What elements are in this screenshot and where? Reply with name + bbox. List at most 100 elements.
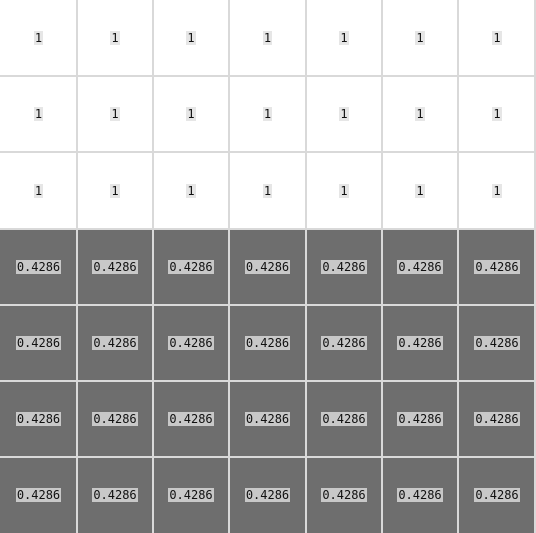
cell-value: 0.4286 (15, 336, 62, 350)
grid-cell: 0.4286 (77, 305, 153, 381)
grid-cell: 0.4286 (229, 457, 306, 533)
grid-cell: 1 (382, 0, 458, 76)
cell-value: 0.4286 (321, 412, 367, 426)
cell-value: 1 (186, 183, 196, 198)
grid-cell: 0.4286 (77, 381, 153, 457)
grid-cell: 0.4286 (229, 381, 306, 457)
grid-cell: 1 (229, 152, 306, 229)
grid-cell: 1 (382, 152, 458, 229)
grid-cell: 0.4286 (382, 229, 458, 305)
cell-value: 0.4286 (321, 260, 367, 274)
grid-cell: 0.4286 (382, 457, 458, 533)
grid-cell: 1 (306, 152, 382, 229)
grid-cell: 0.4286 (153, 305, 229, 381)
cell-value: 1 (33, 31, 44, 45)
cell-value: 0.4286 (92, 336, 138, 350)
cell-value: 0.4286 (15, 488, 62, 502)
cell-value: 0.4286 (244, 412, 291, 426)
cell-value: 0.4286 (92, 488, 138, 502)
cell-value: 0.4286 (474, 488, 520, 502)
grid-cell: 1 (0, 152, 77, 229)
cell-value: 1 (262, 183, 273, 198)
grid-cell: 1 (458, 0, 536, 76)
cell-value: 1 (339, 183, 349, 198)
cell-value: 1 (415, 183, 425, 198)
grid-cell: 0.4286 (306, 229, 382, 305)
grid-cell: 0.4286 (458, 457, 536, 533)
grid-line-vertical (457, 0, 459, 533)
grid-line-vertical (152, 0, 154, 533)
cell-value: 1 (33, 183, 44, 198)
grid-cell: 0.4286 (153, 457, 229, 533)
cell-value: 0.4286 (168, 412, 214, 426)
cell-value: 1 (492, 107, 502, 121)
grid-line-horizontal (0, 75, 536, 77)
grid-cell: 1 (153, 76, 229, 152)
grid-cell: 0.4286 (0, 457, 77, 533)
grid-line-vertical (381, 0, 383, 533)
grid-line-horizontal (0, 304, 536, 306)
grid-cell: 1 (153, 0, 229, 76)
cell-value: 1 (415, 107, 425, 121)
grid-line-horizontal (0, 456, 536, 458)
grid-cell: 1 (306, 0, 382, 76)
cell-value: 1 (110, 183, 120, 198)
grid-cell: 0.4286 (306, 381, 382, 457)
grid-cell: 1 (0, 0, 77, 76)
grid-line-horizontal (0, 380, 536, 382)
grid-cell: 0.4286 (229, 229, 306, 305)
grid-cell: 0.4286 (153, 229, 229, 305)
cell-value: 1 (415, 31, 425, 45)
cell-value: 0.4286 (15, 260, 62, 274)
grid-cell: 1 (77, 152, 153, 229)
cell-value: 1 (262, 107, 273, 121)
grid-line-horizontal (0, 151, 536, 153)
cell-value: 0.4286 (474, 336, 520, 350)
cell-value: 0.4286 (397, 336, 443, 350)
grid-line-vertical (76, 0, 78, 533)
cell-value: 0.4286 (168, 488, 214, 502)
cell-value: 0.4286 (474, 260, 520, 274)
cell-value: 0.4286 (92, 412, 138, 426)
cell-value: 0.4286 (397, 488, 443, 502)
cell-value: 0.4286 (244, 488, 291, 502)
grid-cell: 1 (0, 76, 77, 152)
cell-value: 0.4286 (168, 336, 214, 350)
grid-cell: 0.4286 (0, 381, 77, 457)
cell-value: 0.4286 (474, 412, 520, 426)
value-grid: 1 1 1 1 1 1 1 1 1 1 1 1 1 1 1 1 1 1 1 1 1 0.4286 0.4286 0.4286 0… (0, 0, 536, 533)
cell-value: 1 (110, 31, 120, 45)
cell-value: 0.4286 (244, 260, 291, 274)
cell-value: 1 (110, 107, 120, 121)
grid-cell: 0.4286 (382, 305, 458, 381)
grid-cell: 1 (458, 76, 536, 152)
grid-cell: 1 (77, 0, 153, 76)
grid-line-horizontal (0, 228, 536, 230)
grid-cell: 1 (77, 76, 153, 152)
grid-cell: 1 (229, 0, 306, 76)
cell-value: 0.4286 (168, 260, 214, 274)
grid-cell: 0.4286 (0, 305, 77, 381)
grid-cell: 1 (153, 152, 229, 229)
grid-cell: 0.4286 (229, 305, 306, 381)
grid-cell: 0.4286 (458, 229, 536, 305)
cell-value: 0.4286 (397, 412, 443, 426)
grid-line-vertical (228, 0, 230, 533)
grid-cell: 1 (382, 76, 458, 152)
cell-value: 0.4286 (244, 336, 291, 350)
cell-value: 0.4286 (92, 260, 138, 274)
cell-value: 1 (262, 31, 273, 45)
grid-cell: 1 (306, 76, 382, 152)
cell-value: 0.4286 (397, 260, 443, 274)
grid-cell: 0.4286 (306, 305, 382, 381)
cell-value: 0.4286 (321, 336, 367, 350)
cell-value: 0.4286 (321, 488, 367, 502)
grid-cell: 0.4286 (458, 305, 536, 381)
grid-cell: 1 (458, 152, 536, 229)
cell-value: 1 (186, 107, 196, 121)
grid-cell: 0.4286 (0, 229, 77, 305)
cell-value: 1 (492, 31, 502, 45)
grid-cell: 0.4286 (153, 381, 229, 457)
cell-value: 1 (339, 31, 349, 45)
grid-cell: 0.4286 (306, 457, 382, 533)
